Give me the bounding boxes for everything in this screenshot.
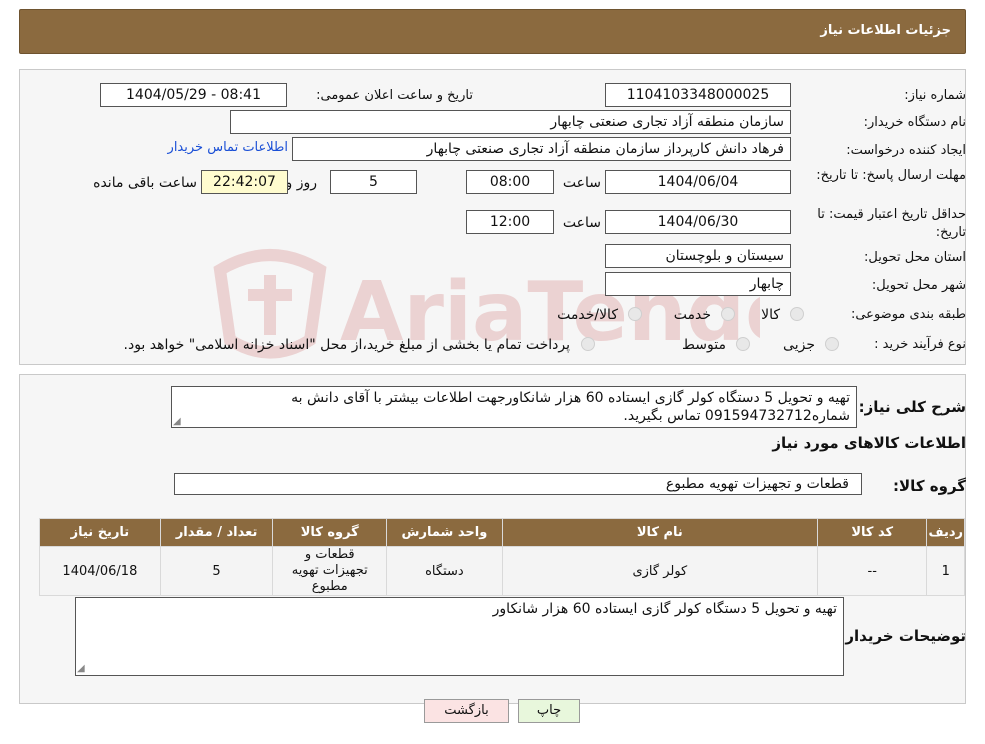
process-radio-medium[interactable] (736, 337, 750, 351)
buyer-contact-link[interactable]: اطلاعات تماس خریدار (168, 140, 288, 155)
col-qty: تعداد / مقدار (159, 518, 274, 547)
remaining-time-field: 22:42:07 (201, 170, 288, 194)
col-date: تاریخ نیاز (39, 518, 161, 547)
back-button[interactable]: بازگشت (424, 699, 509, 723)
page-title: جزئیات اطلاعات نیاز (820, 23, 951, 38)
col-unit: واحد شمارش (386, 518, 503, 547)
validity-label: حداقل تاریخ اعتبار قیمت: تا تاریخ: (801, 206, 966, 242)
cell-name: کولر گازی (501, 546, 818, 596)
process-radio-minor[interactable] (825, 337, 839, 351)
buyer-notes-field: تهیه و تحویل 5 دستگاه کولر گازی ایستاده … (75, 597, 844, 676)
page-header: جزئیات اطلاعات نیاز (19, 9, 966, 54)
days-label: روز و (285, 175, 318, 191)
table-row: 1 -- کولر گازی دستگاه قطعات و تجهیزات ته… (39, 546, 965, 596)
buyer-org-field: سازمان منطقه آزاد تجاری صنعتی چابهار (230, 110, 791, 134)
goods-table: ردیف کد کالا نام کالا واحد شمارش گروه کا… (39, 518, 965, 596)
reply-deadline-label: مهلت ارسال پاسخ: تا تاریخ: (811, 167, 966, 185)
need-number-label: شماره نیاز: (904, 88, 966, 103)
cell-group: قطعات و تجهیزات تهویه مطبوع (272, 546, 388, 596)
reply-time-field: 08:00 (466, 170, 554, 194)
process-option-minor: جزیی (783, 337, 815, 353)
summary-text: تهیه و تحویل 5 دستگاه کولر گازی ایستاده … (291, 390, 850, 424)
buyer-notes-resize-handle[interactable]: ◢ (77, 663, 85, 674)
days-field: 5 (330, 170, 417, 194)
process-option-medium: متوسط (682, 337, 726, 353)
buyer-org-label: نام دستگاه خریدار: (863, 115, 966, 130)
process-radio-treasury[interactable] (581, 337, 595, 351)
category-option-goods: کالا (761, 307, 780, 323)
reply-time-label: ساعت (562, 175, 601, 191)
buyer-notes-text: تهیه و تحویل 5 دستگاه کولر گازی ایستاده … (492, 601, 837, 617)
validity-text: حداقل تاریخ اعتبار قیمت: تا تاریخ: (817, 207, 966, 240)
province-label: استان محل تحویل: (864, 250, 966, 265)
requester-label: ایجاد کننده درخواست: (846, 143, 966, 158)
summary-field: تهیه و تحویل 5 دستگاه کولر گازی ایستاده … (171, 386, 857, 428)
cell-unit: دستگاه (386, 546, 503, 596)
province-field: سیستان و بلوچستان (605, 244, 791, 268)
category-radio-service[interactable] (721, 307, 735, 321)
category-option-service: خدمت (673, 307, 711, 323)
city-label: شهر محل تحویل: (871, 278, 966, 293)
col-code: کد کالا (816, 518, 928, 547)
validity-time-label: ساعت (562, 215, 601, 231)
remaining-label: ساعت باقی مانده (93, 175, 197, 191)
requester-field: فرهاد دانش کارپرداز سازمان منطقه آزاد تج… (292, 137, 791, 161)
goods-group-field: قطعات و تجهیزات تهویه مطبوع (174, 473, 862, 495)
goods-section-title: اطلاعات کالاهای مورد نیاز (772, 434, 966, 452)
buyer-notes-label: توضیحات خریدار: (839, 627, 966, 645)
category-option-goods-service: کالا/خدمت (557, 307, 618, 323)
table-header-row: ردیف کد کالا نام کالا واحد شمارش گروه کا… (39, 518, 965, 547)
col-row: ردیف (926, 518, 965, 547)
goods-group-label: گروه کالا: (893, 477, 966, 495)
col-name: نام کالا (501, 518, 818, 547)
col-group: گروه کالا (272, 518, 388, 547)
cell-row: 1 (926, 546, 965, 596)
cell-qty: 5 (159, 546, 274, 596)
reply-date-field: 1404/06/04 (605, 170, 791, 194)
validity-date-field: 1404/06/30 (605, 210, 791, 234)
validity-time-field: 12:00 (466, 210, 554, 234)
summary-resize-handle[interactable]: ◢ (173, 416, 181, 427)
category-radio-goods-service[interactable] (628, 307, 642, 321)
category-radio-goods[interactable] (790, 307, 804, 321)
reply-deadline-text: مهلت ارسال پاسخ: تا تاریخ: (816, 168, 966, 183)
announce-label: تاریخ و ساعت اعلان عمومی: (316, 88, 473, 103)
process-label: نوع فرآیند خرید : (874, 337, 966, 352)
announce-field: 1404/05/29 - 08:41 (100, 83, 287, 107)
process-note: پرداخت تمام یا بخشی از مبلغ خرید،از محل … (123, 337, 570, 353)
print-button[interactable]: چاپ (518, 699, 580, 723)
summary-label: شرح کلی نیاز: (858, 398, 966, 416)
cell-code: -- (816, 546, 928, 596)
city-field: چابهار (605, 272, 791, 296)
need-number-field: 1104103348000025 (605, 83, 791, 107)
cell-date: 1404/06/18 (39, 546, 161, 596)
category-label: طبقه بندی موضوعی: (850, 307, 966, 322)
